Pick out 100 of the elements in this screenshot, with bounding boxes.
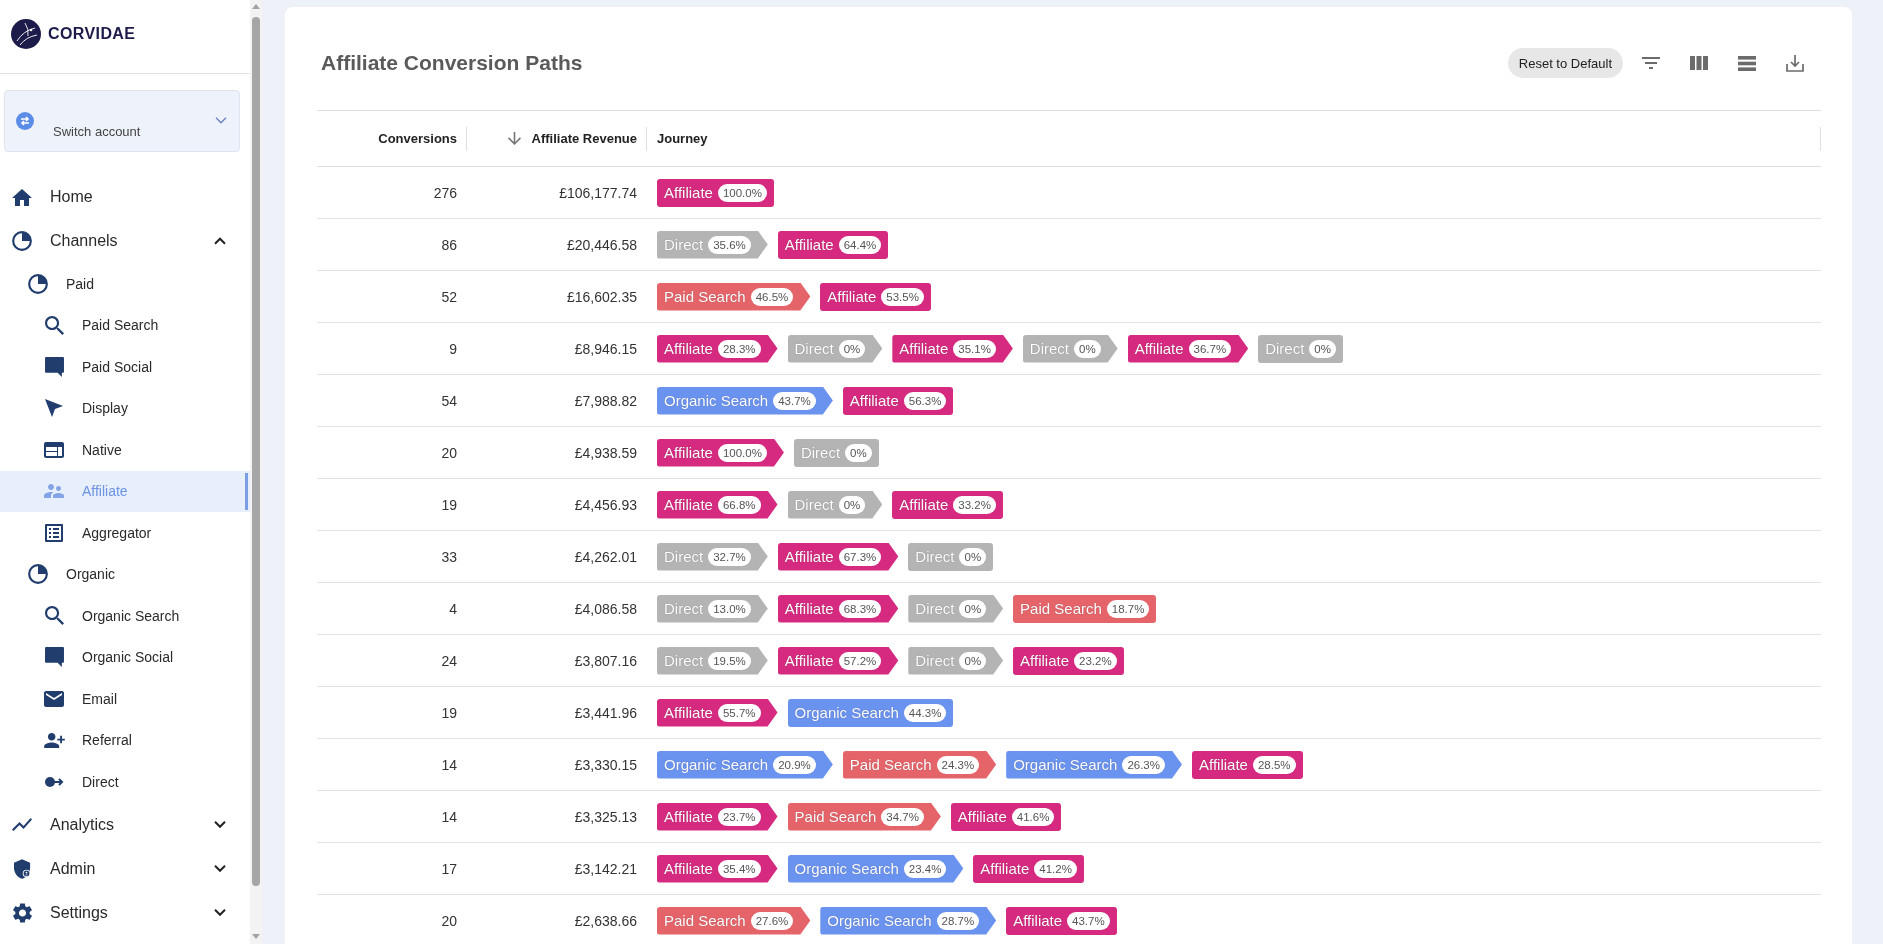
conversions-cell: 14 xyxy=(317,738,467,791)
nav-item[interactable]: Paid Social xyxy=(0,346,250,388)
conversions-cell: 20 xyxy=(317,426,467,479)
search-icon xyxy=(44,315,64,335)
share-badge: 23.7% xyxy=(717,807,761,826)
nav-item[interactable]: Organic Search xyxy=(0,595,250,637)
channel-name: Direct xyxy=(1265,340,1305,357)
channel-name: Affiliate xyxy=(957,808,1007,825)
revenue-cell: £16,602.35 xyxy=(467,270,647,323)
page-title: Affiliate Conversion Paths xyxy=(320,51,583,75)
share-badge: 32.7% xyxy=(708,547,751,566)
conversions-cell: 54 xyxy=(317,374,467,427)
settings-icon xyxy=(12,902,32,923)
share-badge: 43.7% xyxy=(1067,911,1110,930)
channel-name: Paid Search xyxy=(849,756,932,773)
nav-item[interactable]: Settings xyxy=(0,890,250,935)
share-badge: 19.5% xyxy=(708,651,751,670)
channel-name: Affiliate xyxy=(849,392,899,409)
channel-name: Affiliate xyxy=(980,860,1030,877)
reset-button[interactable]: Reset to Default xyxy=(1507,48,1623,78)
conversions-cell: 276 xyxy=(317,166,467,219)
share-badge: 23.4% xyxy=(903,859,947,878)
nav-item[interactable]: Analytics xyxy=(0,802,250,847)
share-badge: 0% xyxy=(1074,339,1101,358)
share-badge: 66.8% xyxy=(717,495,761,514)
channel-name: Affiliate xyxy=(784,548,834,565)
person-add-icon xyxy=(43,732,65,748)
conversions-cell: 14 xyxy=(317,790,467,843)
column-header[interactable]: Affiliate Revenue xyxy=(467,110,647,167)
share-badge: 26.3% xyxy=(1122,755,1165,774)
shield-icon xyxy=(13,858,31,879)
share-badge: 27.6% xyxy=(750,911,794,930)
column-header[interactable]: Conversions xyxy=(317,110,467,167)
nav-item[interactable]: Home xyxy=(0,175,250,219)
column-header[interactable]: Journey xyxy=(647,110,1821,167)
pie-chart-icon xyxy=(28,564,48,585)
share-badge: 53.5% xyxy=(881,287,924,306)
account-switcher[interactable]: Switch account xyxy=(4,90,240,152)
share-badge: 35.6% xyxy=(708,235,751,254)
channel-name: Paid Search xyxy=(664,288,746,305)
revenue-cell: £3,330.15 xyxy=(467,738,647,791)
revenue-cell: £4,938.59 xyxy=(467,426,647,479)
share-badge: 0% xyxy=(838,495,866,514)
share-badge: 35.4% xyxy=(717,859,761,878)
channel-name: Affiliate xyxy=(664,496,713,513)
home-icon xyxy=(12,188,32,206)
nav-item[interactable]: Display xyxy=(0,387,250,429)
share-badge: 0% xyxy=(959,651,987,670)
share-badge: 68.3% xyxy=(838,599,882,618)
conversions-cell: 19 xyxy=(317,478,467,531)
share-badge: 100.0% xyxy=(717,443,767,462)
share-badge: 46.5% xyxy=(750,287,794,306)
channel-name: Affiliate xyxy=(784,652,834,669)
share-badge: 100.0% xyxy=(717,183,767,202)
channel-name: Direct xyxy=(664,652,704,669)
nav-item[interactable]: Native xyxy=(0,429,250,471)
nav-item[interactable]: Paid Search xyxy=(0,304,250,346)
columns-icon xyxy=(1690,56,1708,70)
channel-name: Direct xyxy=(1029,340,1070,357)
share-badge: 28.3% xyxy=(717,339,761,358)
revenue-cell: £3,807.16 xyxy=(467,634,647,687)
nav-item[interactable]: Channels xyxy=(0,219,250,263)
share-badge: 24.3% xyxy=(936,755,980,774)
share-badge: 13.0% xyxy=(708,599,751,618)
conversions-cell: 52 xyxy=(317,270,467,323)
share-badge: 35.1% xyxy=(953,339,996,358)
revenue-cell: £7,988.82 xyxy=(467,374,647,427)
pie-chart-icon xyxy=(12,231,32,251)
share-badge: 28.7% xyxy=(936,911,980,930)
nav-item[interactable]: Admin xyxy=(0,846,250,891)
nav-item[interactable]: Organic Social xyxy=(0,636,250,678)
share-badge: 44.3% xyxy=(903,703,947,722)
revenue-cell: £3,441.96 xyxy=(467,686,647,739)
nav-item[interactable]: Direct xyxy=(0,761,250,803)
cursor-arrow-icon xyxy=(45,399,63,418)
nav-item[interactable]: Organic xyxy=(0,553,250,595)
conversions-cell: 17 xyxy=(317,842,467,895)
dot-arrow-icon xyxy=(44,776,64,787)
envelope-icon xyxy=(44,690,64,707)
channel-name: Direct xyxy=(915,652,955,669)
sidebar-scrollbar[interactable] xyxy=(250,0,262,944)
channel-name: Direct xyxy=(915,548,955,565)
rows-icon xyxy=(1738,55,1756,71)
logo-icon xyxy=(11,18,41,49)
channel-name: Organic Search xyxy=(664,392,769,409)
share-badge: 0% xyxy=(838,339,866,358)
trend-line-icon xyxy=(12,818,32,831)
nav-item[interactable]: Aggregator xyxy=(0,512,250,554)
nav-item[interactable]: Email xyxy=(0,678,250,720)
chat-bubble-icon xyxy=(44,356,64,377)
filter-icon xyxy=(1642,57,1660,69)
channel-name: Affiliate xyxy=(1199,756,1248,773)
channel-name: Direct xyxy=(915,600,955,617)
search-icon xyxy=(44,606,64,626)
nav-item[interactable]: Referral xyxy=(0,719,250,761)
nav-item[interactable]: Paid xyxy=(0,263,250,305)
share-badge: 41.6% xyxy=(1011,807,1055,826)
channel-name: Affiliate xyxy=(784,236,834,253)
share-badge: 33.2% xyxy=(953,495,996,514)
share-badge: 56.3% xyxy=(903,391,947,410)
